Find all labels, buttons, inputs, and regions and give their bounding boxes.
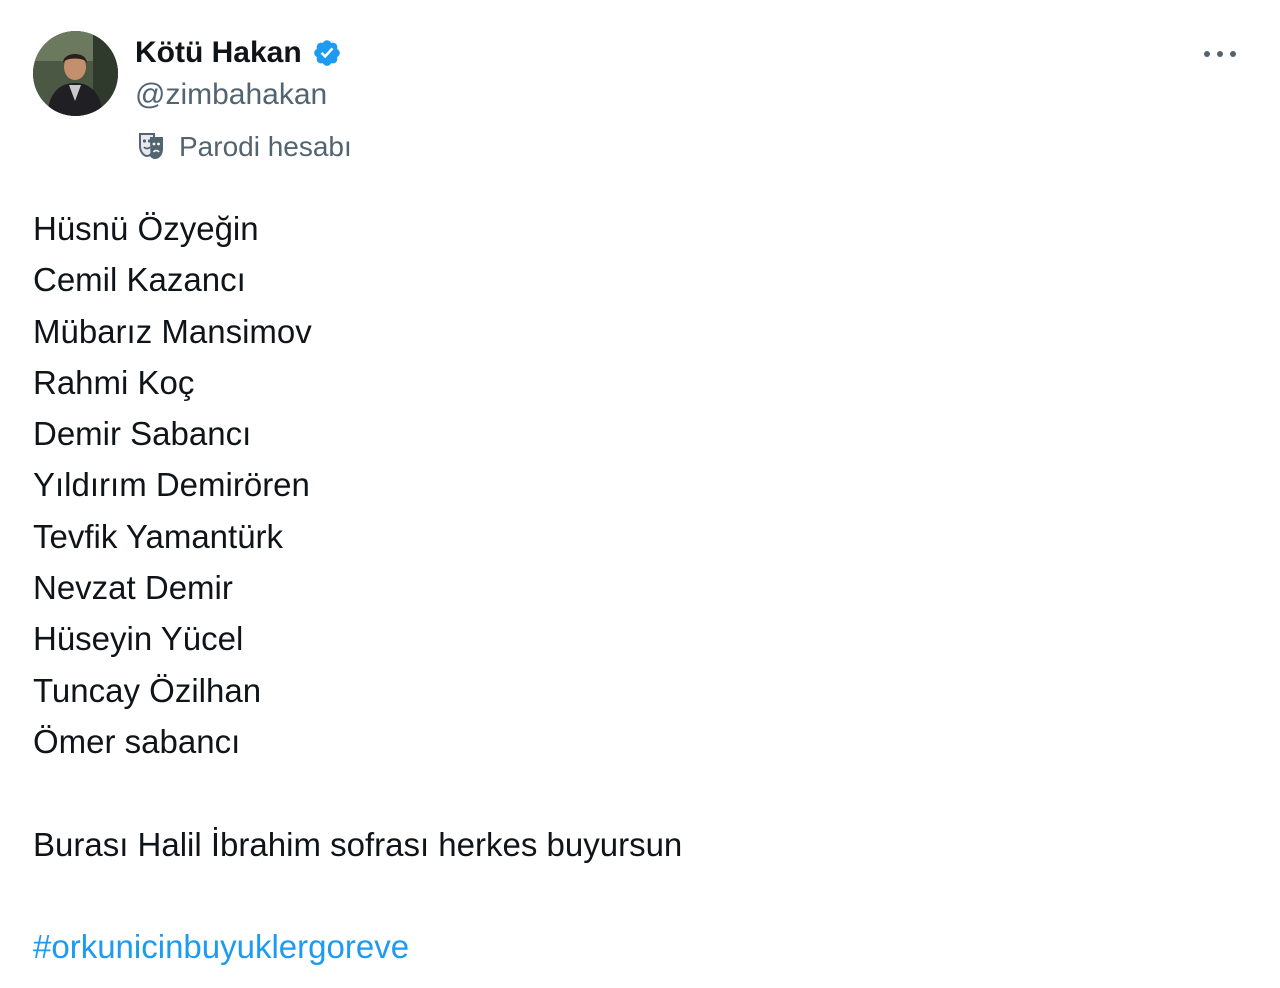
display-name[interactable]: Kötü Hakan bbox=[135, 36, 302, 70]
more-horizontal-icon bbox=[1203, 45, 1237, 63]
author-name-row: Kötü Hakan bbox=[135, 33, 342, 73]
tweet-text: Hüsnü Özyeğin Cemil Kazancı Mübarız Mans… bbox=[33, 203, 1233, 972]
tweet-line: Tevfik Yamantürk bbox=[33, 517, 284, 555]
hashtag-line: #orkunicinbuyuklergoreve bbox=[33, 921, 1233, 972]
handle[interactable]: @zimbahakan bbox=[135, 78, 327, 112]
tweet-line: Yıldırım Demirören bbox=[33, 466, 310, 504]
tweet-line: Rahmi Koç bbox=[33, 363, 195, 401]
parody-account-label: Parodi hesabı bbox=[137, 128, 352, 166]
tweet-line: Hüsnü Özyeğin bbox=[33, 210, 259, 247]
tweet-line: Ömer sabancı bbox=[33, 722, 241, 760]
more-options-button[interactable] bbox=[1198, 37, 1242, 71]
parody-mask-icon bbox=[137, 130, 165, 165]
avatar-image bbox=[33, 31, 118, 116]
tweet-line: Hüseyin Yücel bbox=[33, 620, 244, 658]
verified-badge-icon[interactable] bbox=[312, 38, 342, 68]
tweet-message: Burası Halil İbrahim sofrası herkes buyu… bbox=[33, 825, 683, 863]
tweet-line: Nevzat Demir bbox=[33, 569, 233, 607]
tweet-line: Cemil Kazancı bbox=[33, 261, 246, 299]
hashtag-link[interactable]: #orkunicinbuyuklergoreve bbox=[33, 928, 409, 965]
avatar[interactable] bbox=[33, 31, 118, 116]
tweet-line: Mübarız Mansimov bbox=[33, 312, 312, 350]
tweet-line: Demir Sabancı bbox=[33, 415, 252, 453]
parody-label: Parodi hesabı bbox=[179, 131, 352, 162]
tweet-line: Tuncay Özilhan bbox=[33, 671, 262, 709]
